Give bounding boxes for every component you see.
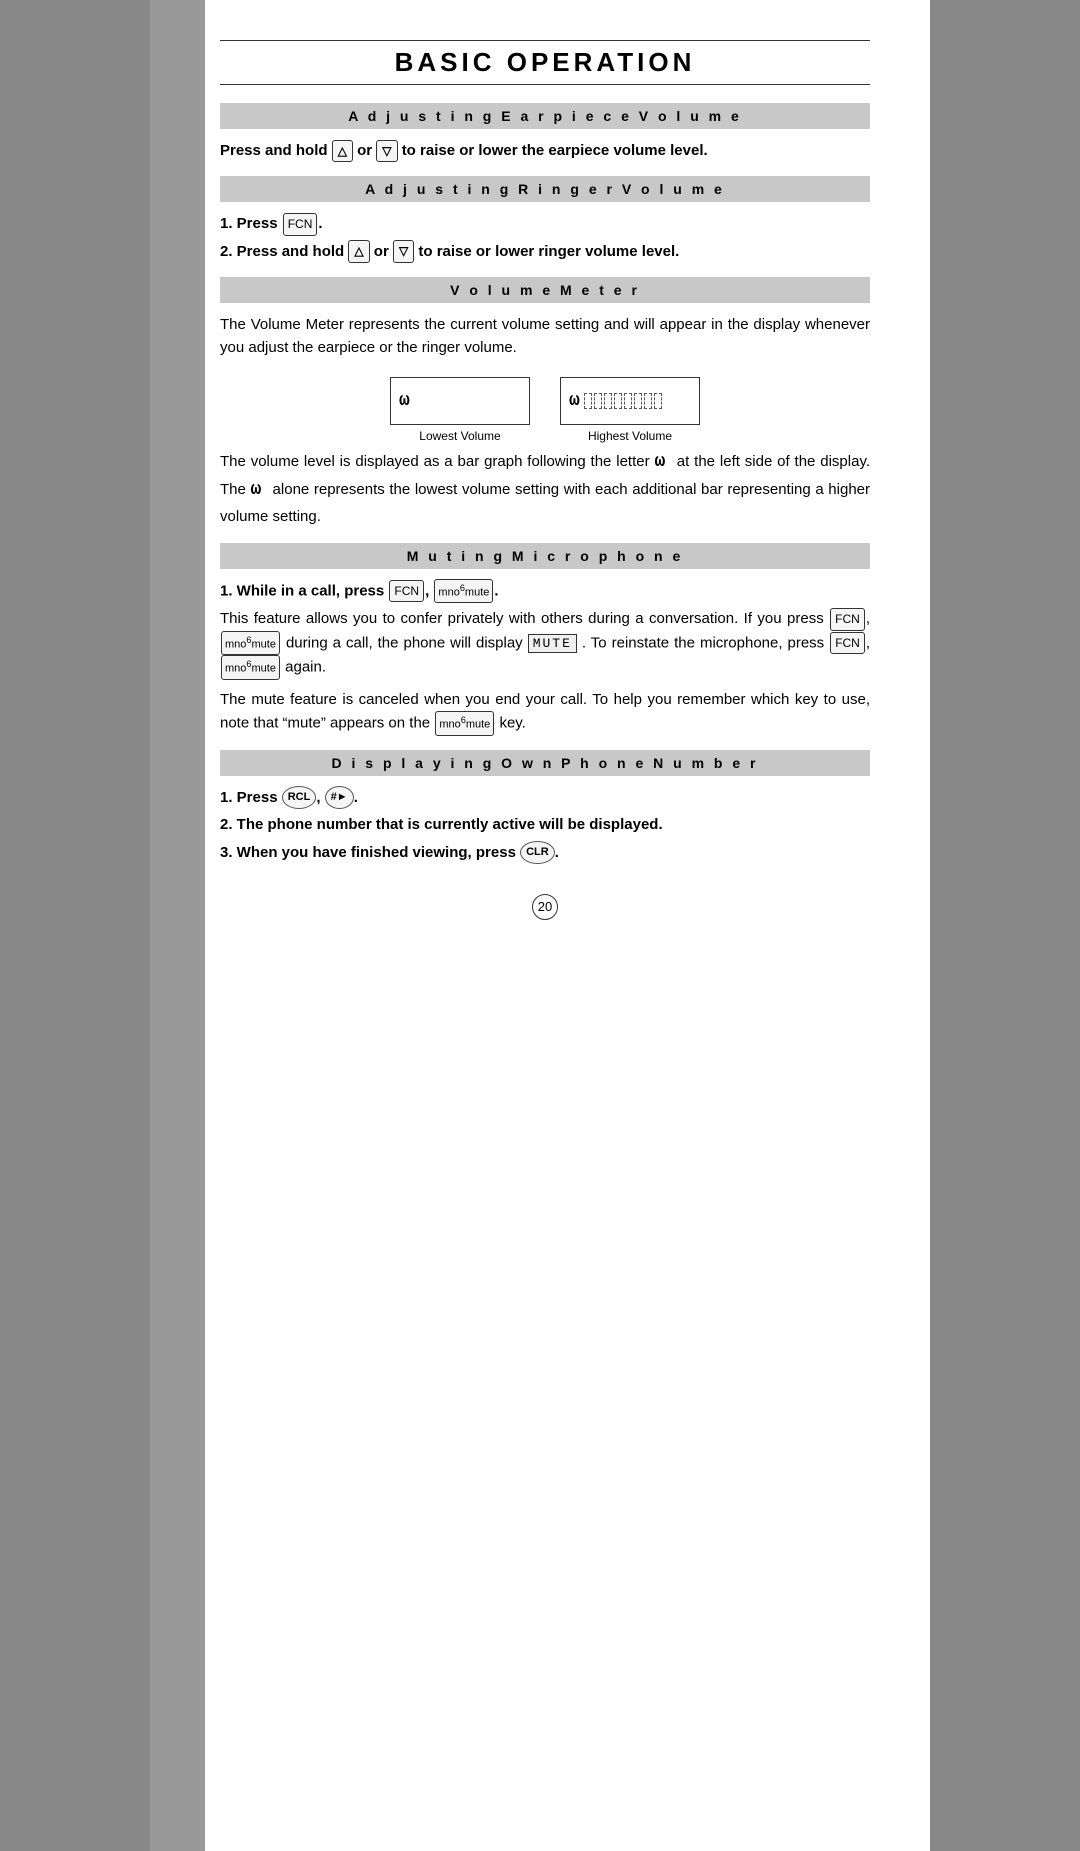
vol-para2-cont: alone represents the lowest volume setti… (220, 481, 870, 525)
mute-para1: This feature allows you to confer privat… (220, 607, 870, 680)
down-arrow-key-earpiece: ▽ (376, 140, 397, 163)
section-header-muting: M u t i n g M i c r o p h o n e (220, 543, 870, 569)
vol-para2-start: The volume level is displayed as a bar g… (220, 453, 650, 470)
section-header-volume-meter: V o l u m e M e t e r (220, 277, 870, 303)
volume-diagrams: ω Lowest Volume ω (220, 377, 870, 443)
vol-bar-4 (614, 393, 622, 409)
mno6-key-mute3: mno6mute (221, 655, 280, 680)
ringer-step2: 2. Press and hold △ or ▽ to raise or low… (220, 240, 870, 263)
mute-para1-final: again. (285, 659, 326, 676)
vol-bar-7 (644, 393, 652, 409)
up-arrow-key-ringer: △ (348, 240, 369, 263)
mute-step1: 1. While in a call, press FCN, mno6mute. (220, 579, 870, 604)
vol-bar-1 (584, 393, 592, 409)
page-title: BASIC OPERATION (220, 40, 870, 85)
section-header-ringer: A d j u s t i n g R i n g e r V o l u m … (220, 176, 870, 202)
lowest-volume-display: ω (390, 377, 530, 425)
vol-bar-6 (634, 393, 642, 409)
up-arrow-key-earpiece: △ (332, 140, 353, 163)
mute-para2-end: key. (499, 715, 525, 732)
own-number-step3-prefix: 3. When you have finished viewing, press (220, 844, 516, 861)
volume-meter-para2: The volume level is displayed as a bar g… (220, 449, 870, 528)
section-header-own-number: D i s p l a y i n g O w n P h o n e N u … (220, 750, 870, 776)
highest-volume-label: Highest Volume (560, 429, 700, 443)
earpiece-text-end: to raise or lower the earpiece volume le… (402, 142, 708, 159)
mute-display-text: MUTE (528, 634, 577, 653)
ringer-step1-prefix: 1. Press (220, 215, 278, 232)
fcn-key-ringer1: FCN (283, 213, 318, 236)
vol-char-lowest: ω (399, 391, 410, 411)
mute-para1-mid: during a call, the phone will display (286, 634, 523, 651)
lowest-volume-label: Lowest Volume (390, 429, 530, 443)
down-arrow-key-ringer: ▽ (393, 240, 414, 263)
rcl-key: RCL (282, 786, 317, 809)
mute-para1-start: This feature allows you to confer privat… (220, 610, 824, 627)
highest-volume-box: ω Highest Volume (560, 377, 700, 443)
own-number-step1-prefix: 1. Press (220, 789, 278, 806)
highest-volume-display: ω (560, 377, 700, 425)
hash-key: #► (325, 786, 354, 809)
page-number-container: 20 (220, 894, 870, 920)
mute-para1-end: . To reinstate the microphone, press (582, 634, 824, 651)
earpiece-text-or: or (357, 142, 372, 159)
vol-bar-2 (594, 393, 602, 409)
vol-bar-8 (654, 393, 662, 409)
fcn-key-mute1: FCN (389, 580, 424, 603)
vol-bar-3 (604, 393, 612, 409)
mute-step1-prefix: 1. While in a call, press (220, 582, 384, 599)
mno6-key-mute4: mno6mute (435, 711, 494, 736)
ringer-step2-end: to raise or lower ringer volume level. (418, 243, 679, 260)
lowest-volume-box: ω Lowest Volume (390, 377, 530, 443)
page: BASIC OPERATION A d j u s t i n g E a r … (150, 0, 930, 1851)
omega-letter-1: ω (654, 452, 676, 472)
fcn-key-mute3: FCN (830, 632, 865, 655)
mute-para2-start: The mute feature is canceled when you en… (220, 691, 870, 732)
mute-para2: The mute feature is canceled when you en… (220, 688, 870, 736)
own-number-step3: 3. When you have finished viewing, press… (220, 841, 870, 865)
ringer-step2-prefix: 2. Press and hold (220, 243, 344, 260)
earpiece-instruction: Press and hold △ or ▽ to raise or lower … (220, 139, 870, 162)
fcn-key-mute2: FCN (830, 608, 865, 631)
own-number-step1: 1. Press RCL, #►. (220, 786, 870, 810)
own-number-step2: 2. The phone number that is currently ac… (220, 813, 870, 836)
ringer-step2-or: or (374, 243, 389, 260)
omega-letter-2: ω (250, 480, 272, 500)
mno6-key-mute1: mno6mute (434, 579, 493, 604)
clr-key: CLR (520, 841, 555, 864)
section-header-earpiece: A d j u s t i n g E a r p i e c e V o l … (220, 103, 870, 129)
earpiece-text-prefix: Press and hold (220, 142, 328, 159)
vol-bars (584, 393, 662, 409)
vol-char-highest: ω (569, 391, 580, 411)
mno6-key-mute2: mno6mute (221, 631, 280, 656)
volume-meter-para1: The Volume Meter represents the current … (220, 313, 870, 360)
page-number: 20 (532, 894, 558, 920)
ringer-step1: 1. Press FCN. (220, 212, 870, 235)
left-bar (150, 0, 205, 1851)
vol-bar-5 (624, 393, 632, 409)
